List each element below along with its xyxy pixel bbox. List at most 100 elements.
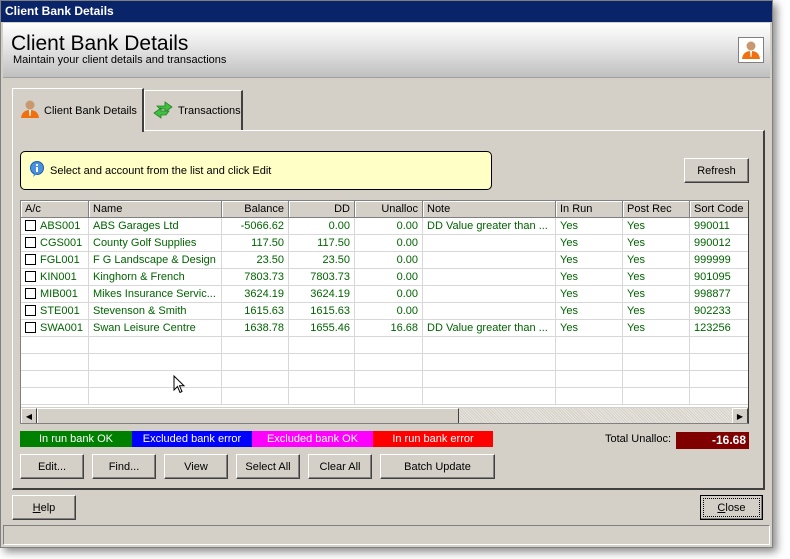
legend-excluded-bank-error: Excluded bank error (132, 431, 252, 447)
cell-ac (21, 354, 89, 371)
cell-in-run: Yes (556, 320, 623, 337)
cell-sort-code: 999999 (690, 252, 748, 269)
refresh-button[interactable]: Refresh (684, 158, 749, 183)
cell-name: County Golf Supplies (89, 235, 222, 252)
column-header-sort-code[interactable]: Sort Code (690, 201, 748, 218)
cell-balance (222, 371, 289, 388)
cell-note (423, 269, 556, 286)
close-mnemonic: C (717, 501, 726, 514)
cell-balance: 3624.19 (222, 286, 289, 303)
accounts-grid: A/c Name Balance DD Unalloc Note In Run … (20, 200, 749, 424)
cell-dd (289, 388, 355, 405)
row-checkbox[interactable] (25, 220, 36, 231)
clear-all-button[interactable]: Clear All (308, 454, 372, 479)
cell-in-run: Yes (556, 218, 623, 235)
row-checkbox[interactable] (25, 322, 36, 333)
cell-dd: 3624.19 (289, 286, 355, 303)
cell-ac (21, 371, 89, 388)
cell-sort-code: 990012 (690, 235, 748, 252)
close-label: lose (725, 501, 746, 514)
legend-label: In run bank error (392, 433, 474, 445)
cell-balance (222, 337, 289, 354)
table-row[interactable]: SWA001 Swan Leisure Centre 1638.78 1655.46 1… (21, 320, 748, 337)
cell-dd: 1615.63 (289, 303, 355, 320)
column-header-in-run[interactable]: In Run (556, 201, 623, 218)
select-all-button[interactable]: Select All (236, 454, 300, 479)
view-button[interactable]: View (164, 454, 228, 479)
table-row[interactable]: FGL001 F G Landscape & Design 23.50 23.50 0.… (21, 252, 748, 269)
cell-unalloc: 0.00 (355, 252, 423, 269)
batch-update-button[interactable]: Batch Update (380, 454, 495, 479)
cell-sort-code (690, 354, 748, 371)
cell-ac (21, 388, 89, 405)
cell-ac: FGL001 (21, 252, 89, 269)
scroll-thumb[interactable] (37, 408, 459, 423)
legend-label: Excluded bank error (142, 433, 242, 445)
column-header-dd[interactable]: DD (289, 201, 355, 218)
horizontal-scrollbar[interactable]: ◀ ▶ (21, 407, 748, 423)
cell-sort-code: 901095 (690, 269, 748, 286)
column-header-unalloc[interactable]: Unalloc (355, 201, 423, 218)
cell-sort-code: 998877 (690, 286, 748, 303)
tab-label: Client Bank Details (44, 104, 137, 117)
cell-dd: 7803.73 (289, 269, 355, 286)
table-row[interactable]: CGS001 County Golf Supplies 117.50 117.50 0.… (21, 235, 748, 252)
cell-post-rec (623, 337, 690, 354)
page-subtitle: Maintain your client details and transac… (13, 54, 227, 66)
cell-ac: STE001 (21, 303, 89, 320)
column-header-balance[interactable]: Balance (222, 201, 289, 218)
empty-row (21, 354, 748, 371)
legend-label: Excluded bank OK (266, 433, 359, 445)
row-checkbox[interactable] (25, 254, 36, 265)
cell-ac: MIB001 (21, 286, 89, 303)
account-code: SWA001 (40, 322, 84, 334)
cell-ac: KIN001 (21, 269, 89, 286)
scroll-right-button[interactable]: ▶ (732, 408, 748, 423)
client-bank-details-window: Client Bank Details Client Bank Details … (0, 0, 773, 548)
column-header-ac[interactable]: A/c (21, 201, 89, 218)
table-row[interactable]: STE001 Stevenson & Smith 1615.63 1615.63 0.0… (21, 303, 748, 320)
cell-dd (289, 371, 355, 388)
account-code: MIB001 (40, 288, 78, 300)
row-checkbox[interactable] (25, 237, 36, 248)
cell-unalloc (355, 388, 423, 405)
row-checkbox[interactable] (25, 305, 36, 316)
column-header-note[interactable]: Note (423, 201, 556, 218)
grid-rows: ABS001 ABS Garages Ltd -5066.62 0.00 0.00 DD … (21, 218, 748, 405)
title-bar: Client Bank Details (1, 1, 772, 22)
cell-unalloc: 16.68 (355, 320, 423, 337)
account-code: FGL001 (40, 254, 80, 266)
cell-note: DD Value greater than ... (423, 218, 556, 235)
cell-in-run: Yes (556, 303, 623, 320)
help-button[interactable]: Help (12, 495, 76, 520)
tab-client-bank-details[interactable]: Client Bank Details (12, 88, 144, 132)
cell-ac: SWA001 (21, 320, 89, 337)
cell-unalloc: 0.00 (355, 269, 423, 286)
table-row[interactable]: MIB001 Mikes Insurance Servic... 3624.19 36… (21, 286, 748, 303)
cell-in-run (556, 371, 623, 388)
cell-post-rec: Yes (623, 218, 690, 235)
person-icon (738, 37, 764, 63)
cell-name: Mikes Insurance Servic... (89, 286, 222, 303)
row-checkbox[interactable] (25, 288, 36, 299)
tab-transactions[interactable]: Transactions (144, 90, 243, 130)
account-code: CGS001 (40, 237, 83, 249)
cell-note (423, 252, 556, 269)
edit-button[interactable]: Edit... (20, 454, 84, 479)
row-checkbox[interactable] (25, 271, 36, 282)
cell-dd: 117.50 (289, 235, 355, 252)
find-button[interactable]: Find... (92, 454, 156, 479)
cell-sort-code (690, 388, 748, 405)
column-header-post-rec[interactable]: Post Rec (623, 201, 690, 218)
column-header-name[interactable]: Name (89, 201, 222, 218)
header-banner: Client Bank Details Maintain your client… (3, 23, 770, 78)
empty-row (21, 371, 748, 388)
close-button[interactable]: Close (700, 495, 763, 520)
cell-sort-code: 902233 (690, 303, 748, 320)
cell-note (423, 235, 556, 252)
scroll-left-button[interactable]: ◀ (21, 408, 37, 423)
table-row[interactable]: ABS001 ABS Garages Ltd -5066.62 0.00 0.00 DD … (21, 218, 748, 235)
cell-in-run (556, 388, 623, 405)
cell-post-rec (623, 354, 690, 371)
table-row[interactable]: KIN001 Kinghorn & French 7803.73 7803.73 0.0… (21, 269, 748, 286)
